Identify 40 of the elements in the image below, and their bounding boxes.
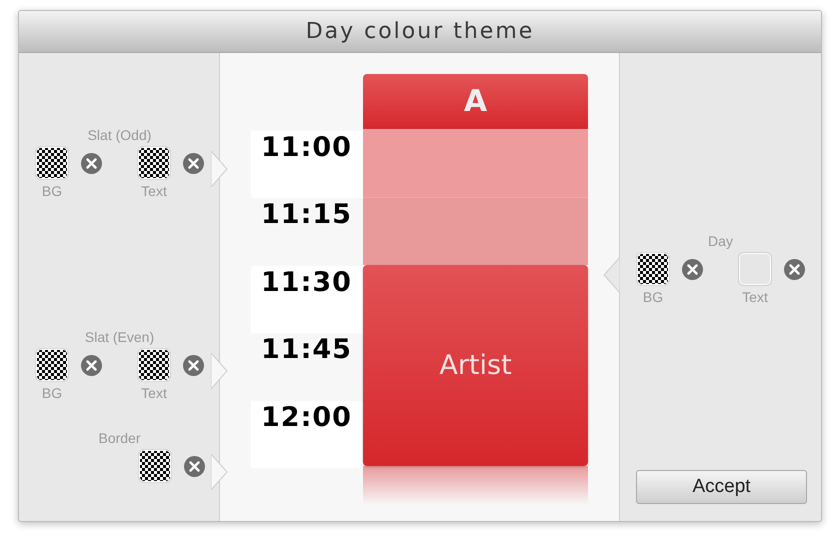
window-title: Day colour theme [306, 19, 534, 44]
color-swatch[interactable] [636, 252, 670, 286]
clear-button[interactable] [183, 152, 204, 174]
close-icon [86, 360, 97, 370]
event-block: Artist [363, 265, 588, 466]
color-swatch[interactable] [138, 449, 172, 483]
group-title: Slat (Even) [84, 329, 154, 345]
clear-button[interactable] [81, 354, 102, 376]
time-label: 11:00 [251, 131, 363, 198]
column-header: A [363, 74, 588, 129]
group-title: Border [98, 430, 141, 446]
close-icon [188, 360, 199, 370]
swatch-label: Text [741, 289, 769, 305]
color-swatch[interactable] [137, 146, 171, 180]
color-swatch[interactable] [35, 348, 69, 382]
clear-button[interactable] [784, 258, 805, 280]
close-icon [189, 460, 200, 472]
swatch-label: BG [40, 183, 64, 199]
swatch-label: BG [642, 289, 664, 305]
swatch-label: BG [40, 385, 64, 401]
group-title: Day [708, 233, 733, 249]
time-label: 12:00 [251, 400, 363, 468]
accept-button[interactable]: Accept [636, 470, 807, 504]
color-swatch[interactable] [137, 348, 171, 382]
close-icon [188, 158, 199, 168]
clear-button[interactable] [184, 456, 205, 476]
close-icon [86, 158, 97, 168]
clear-button[interactable] [183, 354, 204, 376]
swatch-label: Text [140, 385, 168, 401]
close-icon [687, 264, 698, 274]
group-title: Slat (Odd) [88, 127, 152, 143]
color-swatch[interactable] [738, 252, 772, 286]
swatch-label: Text [140, 183, 168, 199]
clear-button[interactable] [81, 152, 102, 174]
time-label: 11:15 [260, 198, 353, 232]
time-label: 11:45 [260, 333, 353, 368]
time-label: 11:30 [251, 266, 363, 334]
clear-button[interactable] [682, 258, 703, 280]
close-icon [789, 264, 800, 274]
color-swatch[interactable] [35, 146, 69, 180]
